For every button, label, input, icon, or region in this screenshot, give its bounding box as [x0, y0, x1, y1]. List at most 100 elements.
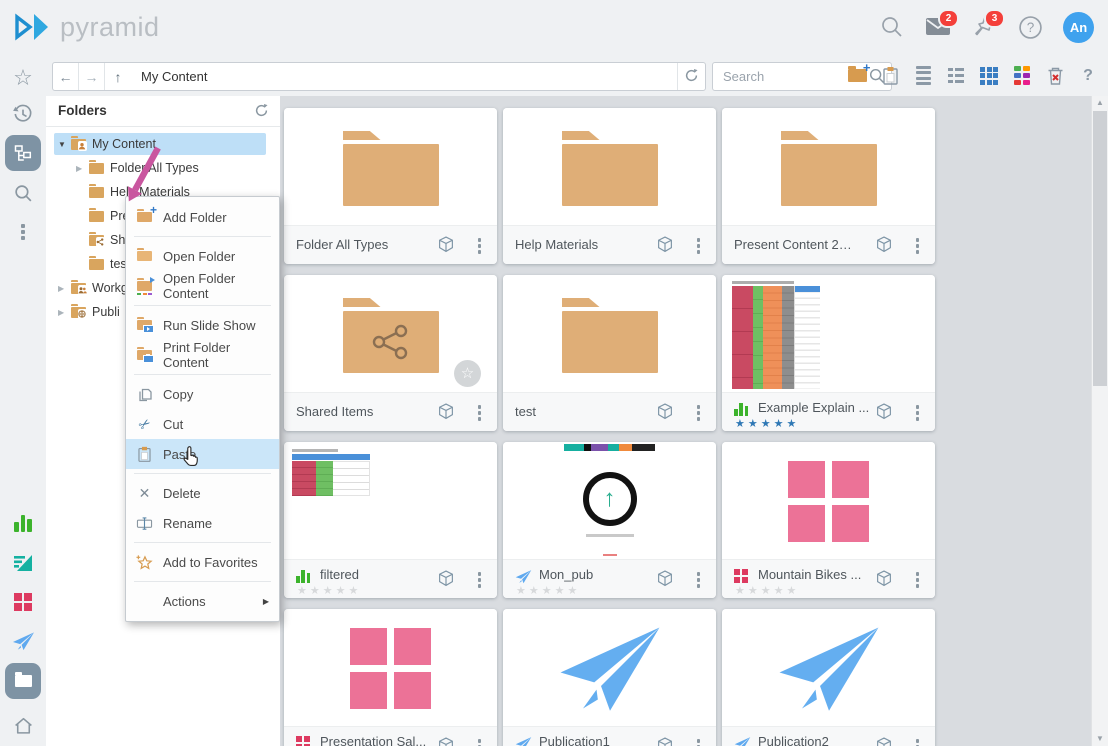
global-search-button[interactable] — [879, 15, 905, 41]
cube-icon[interactable] — [656, 570, 674, 587]
toolbar-help-button[interactable]: ? — [1076, 64, 1100, 88]
search-input[interactable] — [721, 63, 865, 90]
card-folder-all-types[interactable]: Folder All Types — [284, 108, 497, 264]
tree-item-folder-all-types[interactable]: ▶ Folder All Types — [76, 157, 199, 179]
delete-button[interactable] — [1043, 64, 1067, 88]
tags-view-icon — [1014, 66, 1031, 85]
card-menu-button[interactable] — [478, 739, 482, 746]
vertical-scrollbar[interactable]: ▲ ▼ — [1091, 96, 1108, 746]
card-menu-button[interactable] — [697, 405, 701, 421]
card-presentation-sal[interactable]: Presentation Sal... ★★★★★ — [284, 609, 497, 746]
tree-item-my-content[interactable]: ▼ My Content — [54, 133, 266, 155]
notifications-button[interactable]: 3 — [971, 15, 997, 41]
refresh-button[interactable] — [677, 63, 705, 90]
back-button[interactable]: ← — [53, 63, 79, 90]
card-filtered[interactable]: filtered ★★★★★ — [284, 442, 497, 598]
tree-item-shared[interactable]: Sha — [76, 229, 132, 251]
card-publication2[interactable]: Publication2 ★★★★★ — [722, 609, 935, 746]
cube-icon[interactable] — [437, 737, 455, 746]
open-folder-icon — [137, 251, 152, 261]
collapse-icon[interactable]: ▼ — [58, 140, 71, 149]
tags-view-button[interactable] — [1010, 64, 1034, 88]
card-menu-button[interactable] — [697, 739, 701, 746]
history-rail-item[interactable] — [5, 96, 41, 132]
publish-rail-item[interactable] — [5, 623, 41, 659]
card-mon-pub[interactable]: ↑ Mon_pub ★★★★★ — [503, 442, 716, 598]
menu-item-run-slide-show[interactable]: Run Slide Show — [126, 310, 279, 340]
cube-icon[interactable] — [437, 403, 455, 420]
menu-item-actions[interactable]: Actions ▶ — [126, 586, 279, 616]
expand-icon[interactable]: ▶ — [58, 308, 71, 317]
illustrate-rail-item[interactable] — [5, 545, 41, 581]
card-menu-button[interactable] — [916, 238, 920, 254]
tree-item-pre[interactable]: Pre — [76, 205, 129, 227]
menu-item-print-folder-content[interactable]: Print Folder Content — [126, 340, 279, 370]
home-icon — [13, 715, 34, 736]
menu-item-add-folder[interactable]: + Add Folder — [126, 202, 279, 232]
home-rail-item[interactable] — [5, 707, 41, 743]
card-help-materials[interactable]: Help Materials — [503, 108, 716, 264]
rating-stars[interactable]: ★★★★★ — [297, 584, 361, 597]
avatar[interactable]: An — [1063, 12, 1094, 43]
cube-icon[interactable] — [875, 403, 893, 420]
scroll-up-arrow[interactable]: ▲ — [1092, 96, 1108, 110]
forward-button[interactable]: → — [79, 63, 105, 90]
scrollbar-thumb[interactable] — [1093, 111, 1107, 386]
card-menu-button[interactable] — [697, 238, 701, 254]
tree-item-public[interactable]: ▶ Publi — [58, 301, 120, 323]
card-test[interactable]: test — [503, 275, 716, 431]
cube-icon[interactable] — [875, 570, 893, 587]
menu-item-paste[interactable]: Paste — [126, 439, 279, 469]
scroll-down-arrow[interactable]: ▼ — [1092, 732, 1108, 746]
up-button[interactable]: ↑ — [105, 63, 131, 90]
card-present-content[interactable]: Present Content 202... — [722, 108, 935, 264]
paste-toolbar-button[interactable] — [878, 64, 902, 88]
card-shared-items[interactable]: ☆ Shared Items — [284, 275, 497, 431]
card-mountain-bikes[interactable]: Mountain Bikes ... ★★★★★ — [722, 442, 935, 598]
content-rail-item[interactable] — [5, 663, 41, 699]
card-menu-button[interactable] — [916, 572, 920, 588]
content-tree-rail-item[interactable] — [5, 135, 41, 171]
card-menu-button[interactable] — [478, 572, 482, 588]
messages-button[interactable]: 2 — [925, 15, 951, 41]
menu-item-add-to-favorites[interactable]: Add to Favorites — [126, 547, 279, 577]
menu-item-delete[interactable]: ✕ Delete — [126, 478, 279, 508]
expand-icon[interactable]: ▶ — [76, 164, 89, 173]
tree-item-workgroup[interactable]: ▶ Workg — [58, 277, 128, 299]
folders-refresh-button[interactable] — [250, 101, 272, 123]
card-menu-button[interactable] — [916, 739, 920, 746]
cube-icon[interactable] — [656, 403, 674, 420]
favorites-rail-item[interactable]: ☆ — [5, 60, 41, 96]
menu-item-open-folder-content[interactable]: Open Folder Content — [126, 271, 279, 301]
card-publication1[interactable]: Publication1 ★★★★★ — [503, 609, 716, 746]
menu-item-open-folder[interactable]: Open Folder — [126, 241, 279, 271]
menu-item-copy[interactable]: Copy — [126, 379, 279, 409]
cube-icon[interactable] — [656, 236, 674, 253]
card-menu-button[interactable] — [478, 405, 482, 421]
more-rail-item[interactable] — [5, 214, 41, 250]
new-folder-button[interactable]: + — [845, 64, 869, 88]
grid-view-button[interactable] — [977, 64, 1001, 88]
discover-rail-item[interactable] — [5, 505, 41, 541]
expand-icon[interactable]: ▶ — [58, 284, 71, 293]
present-rail-item[interactable] — [5, 584, 41, 620]
cube-icon[interactable] — [656, 737, 674, 746]
search-rail-item[interactable] — [5, 175, 41, 211]
list-view-button[interactable] — [911, 64, 935, 88]
cube-icon[interactable] — [875, 236, 893, 253]
card-menu-button[interactable] — [916, 405, 920, 421]
cube-icon[interactable] — [875, 737, 893, 746]
cube-icon[interactable] — [437, 570, 455, 587]
card-menu-button[interactable] — [478, 238, 482, 254]
tree-item-test[interactable]: test — [76, 253, 130, 275]
menu-item-rename[interactable]: Rename — [126, 508, 279, 538]
menu-item-cut[interactable]: ✂ Cut — [126, 409, 279, 439]
help-button[interactable]: ? — [1017, 15, 1043, 41]
details-view-button[interactable] — [944, 64, 968, 88]
card-menu-button[interactable] — [697, 572, 701, 588]
cube-icon[interactable] — [437, 236, 455, 253]
rating-stars[interactable]: ★★★★★ — [735, 417, 799, 430]
card-example-explain[interactable]: Example Explain ... ★★★★★ — [722, 275, 935, 431]
rating-stars[interactable]: ★★★★★ — [735, 584, 799, 597]
rating-stars[interactable]: ★★★★★ — [516, 584, 580, 597]
